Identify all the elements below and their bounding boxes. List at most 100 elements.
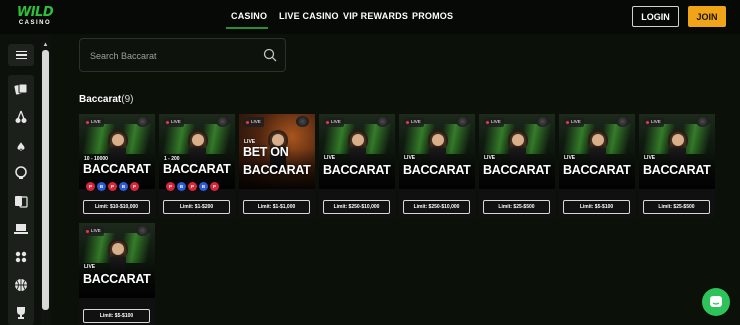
limit-button[interactable]: Limit: $25-$500 [643, 200, 710, 214]
player-result-dot: P [188, 182, 197, 191]
live-badge: LIVE [323, 117, 344, 127]
game-card[interactable]: LIVE LIVE BACCARAT Limit: $25-$500 [479, 114, 555, 218]
game-title: BACCARAT [83, 162, 151, 176]
cards-icon[interactable] [12, 83, 30, 99]
cherries-icon[interactable] [12, 110, 30, 126]
provider-icon [376, 116, 389, 127]
trophy-cup-icon[interactable] [12, 166, 30, 182]
flip-cards-icon[interactable] [12, 194, 30, 210]
dealer-face [432, 134, 444, 146]
search-input[interactable] [90, 48, 250, 64]
live-badge-label: LIVE [571, 119, 581, 124]
game-card[interactable]: LIVE LIVE BACCARAT Limit: $250-$10,000 [319, 114, 395, 218]
game-subtitle: LIVE [324, 155, 336, 161]
game-card[interactable]: LIVE LIVE BACCARAT Limit: $5-$100 [559, 114, 635, 218]
live-badge-label: LIVE [251, 119, 261, 124]
login-button[interactable]: LOGIN [632, 6, 679, 27]
limit-button[interactable]: Limit: $25-$500 [483, 200, 550, 214]
provider-icon [616, 116, 629, 127]
live-badge: LIVE [403, 117, 424, 127]
player-result-dot: P [166, 182, 175, 191]
game-subtitle: LIVE [404, 155, 416, 161]
join-button[interactable]: JOIN [688, 6, 726, 27]
provider-icon [136, 116, 149, 127]
live-dot-icon [86, 229, 89, 233]
game-thumbnail: LIVE [79, 223, 155, 298]
limit-button[interactable]: Limit: $250-$10,000 [323, 200, 390, 214]
live-badge: LIVE [83, 117, 104, 127]
top-header: WILD CASINO CASINO LIVE CASINO VIP REWAR… [0, 0, 740, 34]
nav-live-casino[interactable]: LIVE CASINO [279, 11, 339, 21]
game-subtitle: LIVE [84, 264, 96, 270]
game-thumbnail: LIVE [159, 114, 235, 189]
live-badge-label: LIVE [491, 119, 501, 124]
live-badge-label: LIVE [651, 119, 661, 124]
live-badge-label: LIVE [411, 119, 421, 124]
spade-icon[interactable]: ♠ [12, 139, 30, 155]
game-title-line2: BACCARAT [243, 163, 311, 177]
scroll-thumb[interactable] [42, 50, 49, 310]
game-card[interactable]: LIVE LIVE BACCARAT Limit: $5-$100 [79, 223, 155, 325]
limit-button[interactable]: Limit: $250-$10,000 [403, 200, 470, 214]
live-badge-label: LIVE [171, 119, 181, 124]
game-title: BACCARAT [323, 163, 391, 177]
search-icon[interactable] [263, 48, 277, 62]
live-dot-icon [86, 120, 89, 124]
scroll-up-icon[interactable]: ▲ [42, 42, 49, 48]
game-card[interactable]: LIVE LIVE BET ON BACCARAT Limit: $1-$1,000 [239, 114, 315, 218]
limit-button[interactable]: Limit: $1-$1,000 [243, 200, 310, 214]
game-thumbnail: LIVE [479, 114, 555, 189]
banker-result-dot: B [177, 182, 186, 191]
live-badge: LIVE [243, 117, 264, 127]
grid-icon[interactable] [12, 250, 30, 266]
player-result-dot: P [86, 182, 95, 191]
banker-result-dot: B [97, 182, 106, 191]
limit-button[interactable]: Limit: $5-$100 [563, 200, 630, 214]
live-badge: LIVE [643, 117, 664, 127]
logo-subtitle: CASINO [18, 20, 52, 26]
dealer-face [112, 243, 124, 255]
game-title-line1: BET ON [243, 145, 289, 159]
game-card[interactable]: LIVE 10 - 10000 BACCARAT P B P B P Limit: $10-$1… [79, 114, 155, 218]
basketball-icon[interactable] [12, 278, 30, 294]
live-badge: LIVE [483, 117, 504, 127]
provider-icon [696, 116, 709, 127]
search-box [79, 38, 286, 72]
logo-wordmark: WILD [16, 5, 54, 20]
nav-casino[interactable]: CASINO [231, 11, 267, 21]
nav-promos[interactable]: PROMOS [412, 11, 453, 21]
provider-icon [296, 116, 309, 127]
menu-icon[interactable] [8, 44, 34, 66]
game-subtitle: LIVE [484, 155, 496, 161]
live-chat-button[interactable] [702, 288, 730, 316]
sidebar-scrollbar[interactable]: ▲ [41, 42, 50, 325]
limit-button[interactable]: Limit: $1-$200 [163, 200, 230, 214]
section-title-text: Baccarat [79, 94, 122, 105]
game-thumbnail: LIVE [319, 114, 395, 189]
game-card[interactable]: LIVE 1 - 200 BACCARAT P B P B P Limit: $1-$200 [159, 114, 235, 218]
provider-icon [536, 116, 549, 127]
limit-button[interactable]: Limit: $5-$100 [83, 309, 150, 323]
provider-icon [136, 225, 149, 236]
nav-vip-rewards[interactable]: VIP REWARDS [343, 11, 408, 21]
game-card[interactable]: LIVE LIVE BACCARAT Limit: $250-$10,000 [399, 114, 475, 218]
game-thumbnail: LIVE [639, 114, 715, 189]
dealer-face [512, 134, 524, 146]
live-dot-icon [246, 120, 249, 124]
game-card[interactable]: LIVE LIVE BACCARAT Limit: $25-$500 [639, 114, 715, 218]
game-thumbnail: LIVE [559, 114, 635, 189]
dealer-face [352, 134, 364, 146]
wild-casino-logo[interactable]: WILD CASINO [12, 6, 58, 28]
live-dot-icon [166, 120, 169, 124]
player-result-dot: P [210, 182, 219, 191]
game-title: BACCARAT [83, 272, 151, 286]
active-nav-indicator [226, 27, 268, 29]
game-thumbnail: LIVE [399, 114, 475, 189]
laptop-icon[interactable] [12, 223, 30, 239]
game-thumbnail: LIVE [79, 114, 155, 189]
live-badge-label: LIVE [91, 228, 101, 233]
limit-button[interactable]: Limit: $10-$10,000 [83, 200, 150, 214]
live-badge: LIVE [163, 117, 184, 127]
trophy-icon[interactable] [12, 306, 30, 322]
live-badge: LIVE [83, 226, 104, 236]
